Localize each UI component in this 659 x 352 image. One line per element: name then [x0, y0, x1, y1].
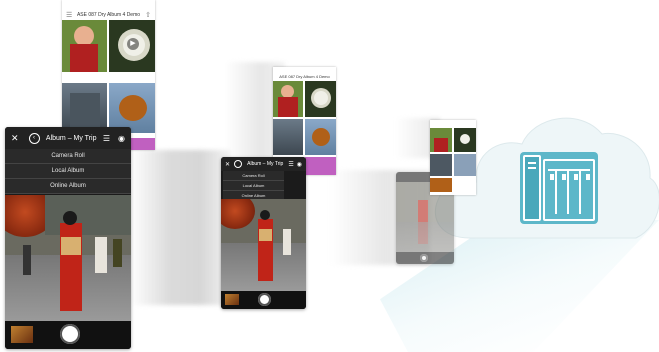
last-photo-thumbnail[interactable]	[11, 326, 33, 343]
photo-tile-autumn-tree[interactable]	[305, 119, 336, 155]
album-title[interactable]: Album – My Trip	[40, 135, 103, 142]
photo-tile-flower[interactable]	[454, 128, 476, 152]
photo-tile-autumn-tree[interactable]	[109, 83, 155, 133]
photo-tile-girl[interactable]	[430, 128, 452, 152]
share-icon[interactable]: ⇧	[145, 11, 151, 19]
photo-tile-girl[interactable]	[273, 81, 303, 117]
menu-item-local-album[interactable]: Local Album	[5, 164, 131, 179]
motion-blur-streak	[130, 150, 230, 305]
album-title[interactable]: Album – My Trip	[242, 161, 288, 167]
play-icon[interactable]: ▶	[127, 38, 139, 50]
sheet-title: ASE 087 Dry Album 4 Demo	[76, 12, 141, 18]
close-icon[interactable]: ✕	[11, 133, 19, 144]
back-icon[interactable]: ‹	[28, 132, 40, 144]
menu-item-camera-roll[interactable]: Camera Roll	[223, 171, 284, 181]
camera-phone-mid: ✕ Album – My Trip ☰ ◉ Camera Roll Local …	[221, 157, 306, 309]
photo-tile-building[interactable]	[430, 154, 452, 176]
camera-controls	[221, 291, 306, 309]
shutter-button[interactable]	[60, 324, 80, 344]
camera-icon[interactable]: ◉	[297, 161, 302, 168]
album-menu: Camera Roll Local Album Online Album	[5, 149, 131, 194]
grid-icon[interactable]: ☰	[103, 134, 110, 143]
back-icon[interactable]: ☰	[66, 11, 72, 19]
camera-icon[interactable]: ◉	[118, 134, 125, 143]
last-photo-thumbnail[interactable]	[225, 294, 239, 305]
photo-tile-pink[interactable]	[430, 178, 452, 192]
close-icon[interactable]: ✕	[225, 161, 230, 168]
photo-grid-screen-small	[430, 120, 476, 195]
shutter-button[interactable]	[258, 293, 271, 306]
photo-tile-pink[interactable]	[305, 157, 336, 175]
photo-tile-girl[interactable]	[62, 20, 107, 72]
sheet-title: ASE 087 Dry Album 4 Demo	[279, 74, 330, 79]
camera-phone-large: ✕ ‹ Album – My Trip ☰ ◉ Camera Roll Loca…	[5, 127, 131, 349]
camera-viewfinder	[5, 195, 131, 321]
grid-icon[interactable]: ☰	[288, 161, 293, 168]
photo-tile-flower[interactable]: ▶	[109, 20, 155, 72]
back-icon[interactable]	[234, 160, 243, 168]
album-menu: Camera Roll Local Album Online Album	[223, 171, 284, 201]
menu-item-local-album[interactable]: Local Album	[223, 181, 284, 191]
menu-item-online-album[interactable]: Online Album	[5, 179, 131, 194]
camera-controls	[5, 321, 131, 349]
nas-device-icon	[520, 152, 598, 224]
photo-tile-flower[interactable]	[305, 81, 336, 117]
photo-tile-building[interactable]	[62, 83, 107, 133]
photo-tile-building[interactable]	[273, 119, 303, 155]
menu-item-camera-roll[interactable]: Camera Roll	[5, 149, 131, 164]
shutter-button[interactable]	[420, 254, 428, 262]
photo-tile-autumn-tree[interactable]	[454, 154, 476, 176]
camera-viewfinder	[221, 199, 306, 291]
